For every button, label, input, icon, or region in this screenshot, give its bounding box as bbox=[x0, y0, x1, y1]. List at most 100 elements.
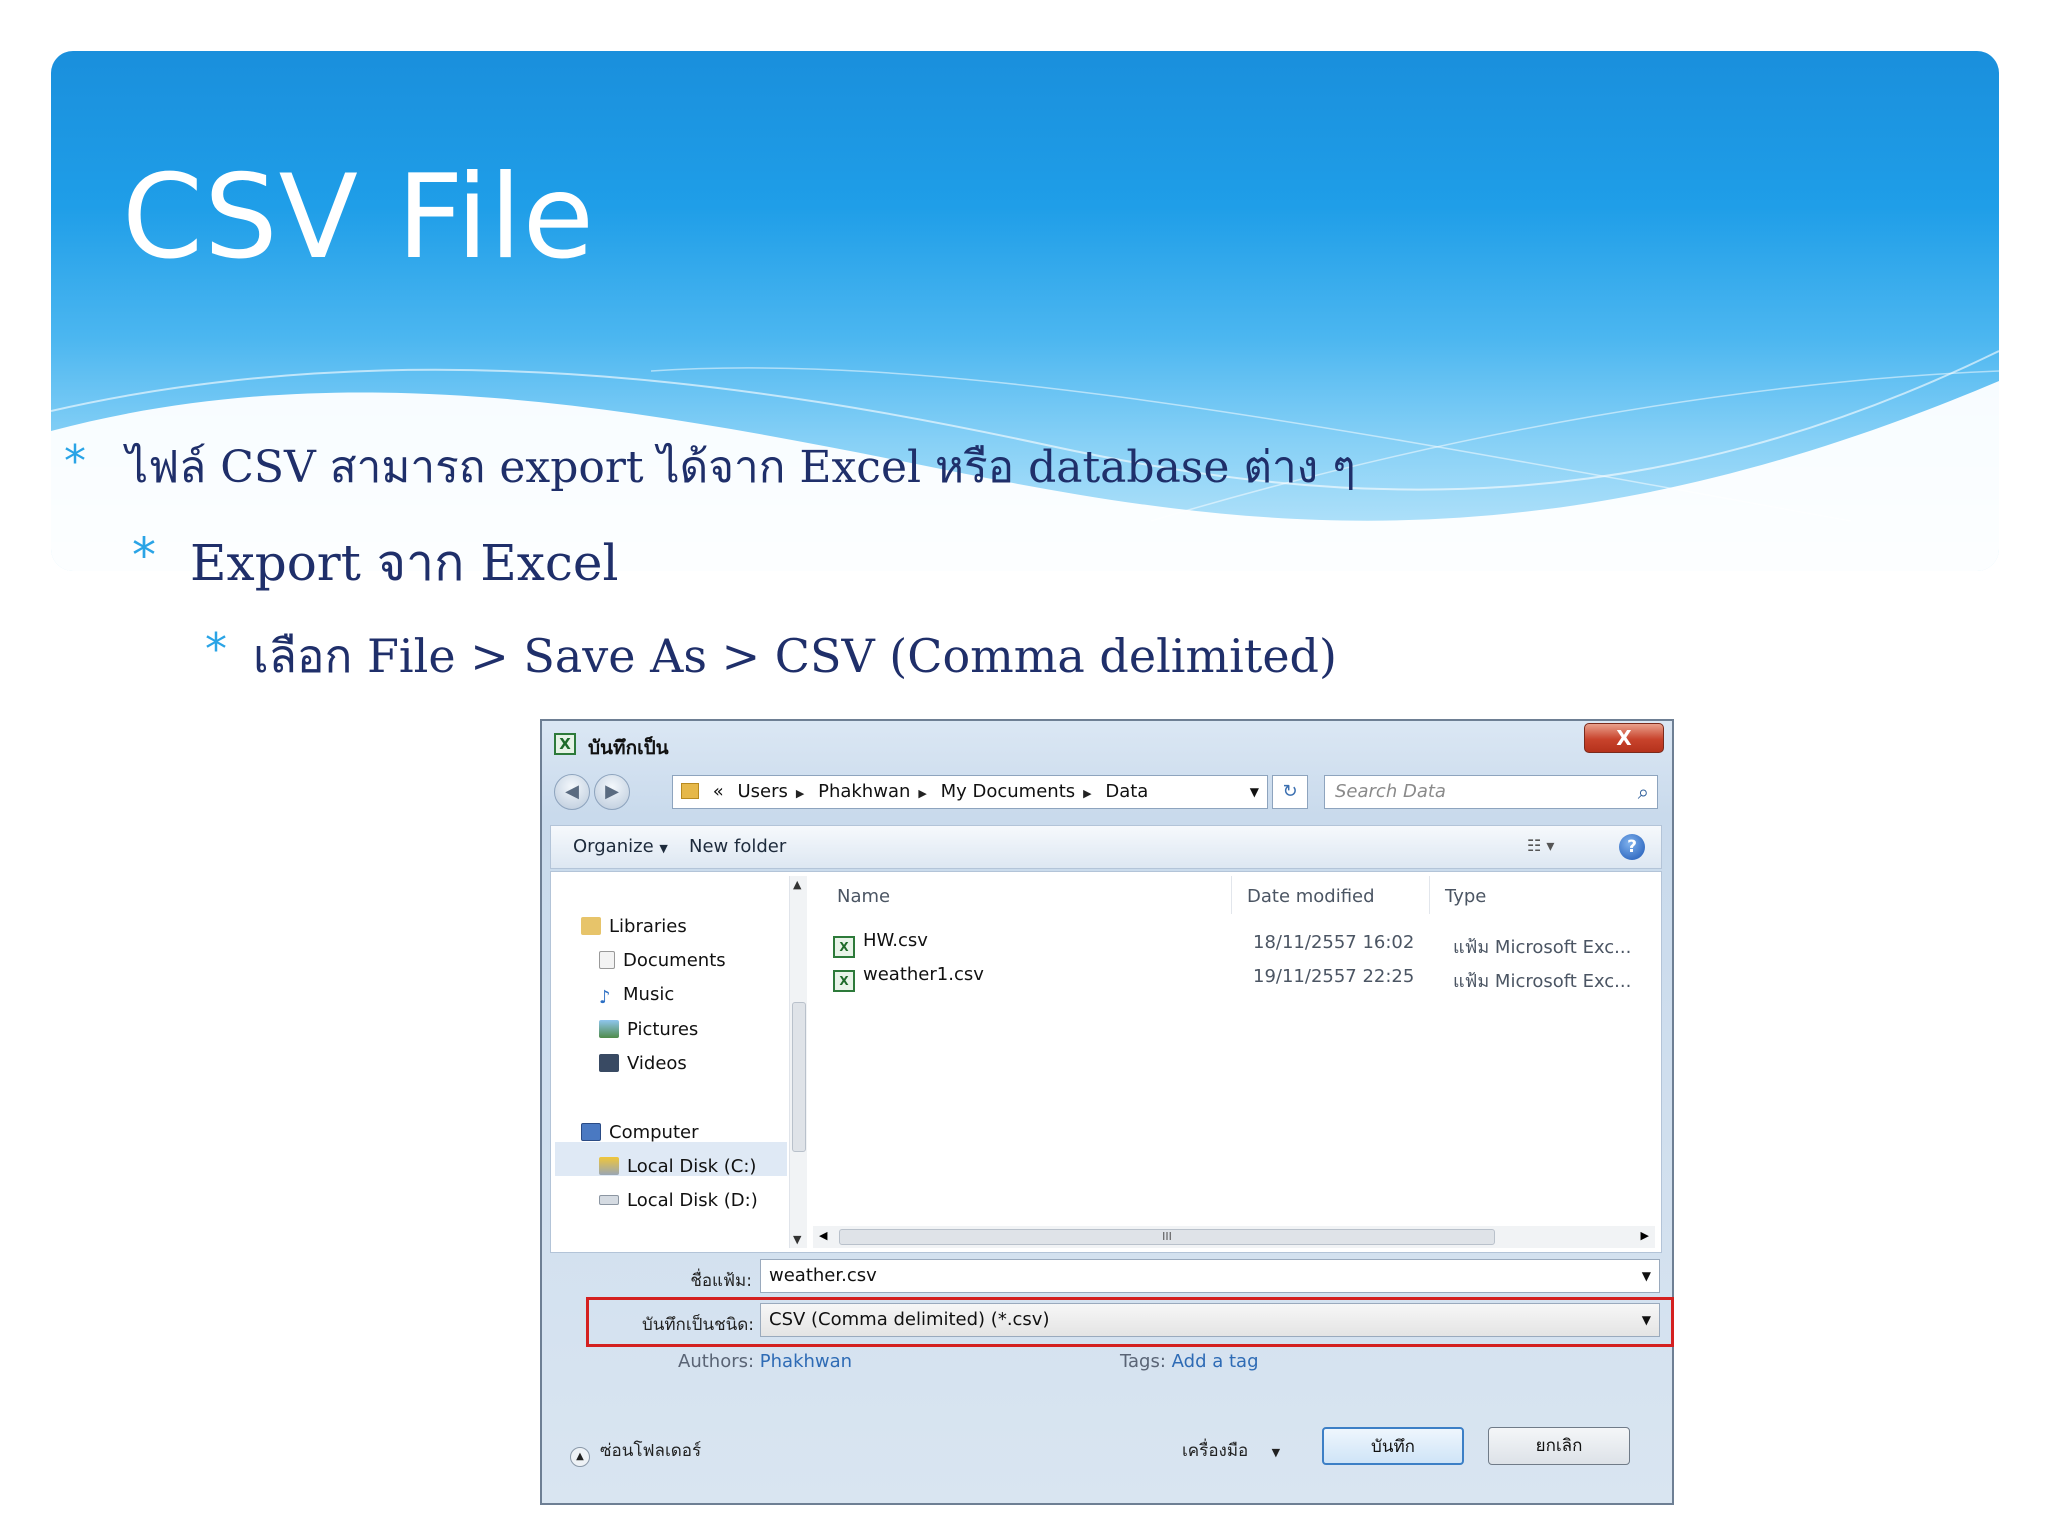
breadcrumb-users[interactable]: Users bbox=[737, 781, 787, 802]
refresh-icon[interactable]: ↻ bbox=[1272, 775, 1308, 809]
hide-folders-toggle[interactable]: ▲ ซ่อนโฟลเดอร์ bbox=[570, 1437, 701, 1467]
file-list: Name Date modified Type X HW.csv 18/11/25… bbox=[813, 872, 1661, 1252]
authors-meta: Authors: Phakhwan bbox=[678, 1351, 852, 1372]
column-divider bbox=[1429, 876, 1430, 914]
nav-scrollbar[interactable]: ▲ ▼ bbox=[789, 876, 807, 1248]
scroll-left-icon[interactable]: ◀ bbox=[819, 1229, 827, 1242]
breadcrumb-phakhwan[interactable]: Phakhwan bbox=[818, 781, 910, 802]
tags-value[interactable]: Add a tag bbox=[1172, 1351, 1259, 1372]
tools-menu-button[interactable]: เครื่องมือ ▼ bbox=[1182, 1437, 1280, 1464]
chevron-right-icon[interactable]: ▶ bbox=[918, 787, 926, 800]
chevron-down-icon: ▼ bbox=[659, 842, 668, 855]
nav-item-local-disk-c[interactable]: Local Disk (C:) bbox=[599, 1156, 756, 1177]
drive-icon bbox=[599, 1195, 619, 1205]
chevron-up-icon: ▲ bbox=[570, 1447, 590, 1467]
file-list-hscrollbar[interactable]: ◀ III ▶ bbox=[813, 1226, 1655, 1248]
column-header-date[interactable]: Date modified bbox=[1247, 886, 1375, 907]
folder-icon bbox=[681, 783, 699, 799]
scrollbar-thumb[interactable] bbox=[792, 1002, 806, 1152]
file-name: HW.csv bbox=[863, 930, 928, 951]
bullet-star-icon: * bbox=[132, 528, 156, 584]
file-row[interactable]: Xweather1.csv 19/11/2557 22:25 แฟ้ม Micr… bbox=[833, 964, 1661, 994]
file-row[interactable]: X HW.csv 18/11/2557 16:02 แฟ้ม Microsoft … bbox=[833, 930, 1661, 960]
scroll-up-icon[interactable]: ▲ bbox=[793, 878, 801, 891]
nav-item-videos[interactable]: Videos bbox=[599, 1053, 687, 1074]
filename-label: ชื่อแฟ้ม: bbox=[690, 1271, 752, 1291]
file-type: แฟ้ม Microsoft Exc... bbox=[1453, 937, 1632, 958]
save-button[interactable]: บันทึก bbox=[1322, 1427, 1464, 1465]
nav-label: Music bbox=[623, 984, 675, 1005]
computer-icon bbox=[581, 1123, 601, 1141]
file-type: แฟ้ม Microsoft Exc... bbox=[1453, 971, 1632, 992]
browser-pane: Libraries Documents ♪ Music Pictures Vide… bbox=[550, 871, 1662, 1253]
chevron-right-icon[interactable]: ▶ bbox=[796, 787, 804, 800]
nav-item-local-disk-d[interactable]: Local Disk (D:) bbox=[599, 1190, 758, 1211]
help-icon[interactable]: ? bbox=[1619, 834, 1645, 860]
nav-label: Videos bbox=[627, 1053, 687, 1074]
navigation-tree: Libraries Documents ♪ Music Pictures Vide… bbox=[551, 872, 807, 1252]
nav-label: Documents bbox=[623, 950, 726, 971]
csv-file-icon: X bbox=[833, 970, 855, 992]
documents-icon bbox=[599, 951, 615, 969]
bullet-star-icon: * bbox=[64, 436, 86, 487]
breadcrumb-my-documents[interactable]: My Documents bbox=[941, 781, 1076, 802]
scroll-right-icon[interactable]: ▶ bbox=[1641, 1229, 1649, 1242]
nav-item-music[interactable]: ♪ Music bbox=[599, 984, 675, 1008]
hide-folders-label: ซ่อนโฟลเดอร์ bbox=[600, 1441, 702, 1461]
drive-icon bbox=[599, 1157, 619, 1175]
cancel-button[interactable]: ยกเลิก bbox=[1488, 1427, 1630, 1465]
filename-field[interactable]: weather.csv ▼ bbox=[760, 1259, 1660, 1293]
address-prefix: « bbox=[712, 781, 724, 802]
file-date: 19/11/2557 22:25 bbox=[1253, 966, 1415, 987]
authors-label: Authors: bbox=[678, 1351, 755, 1372]
authors-value[interactable]: Phakhwan bbox=[760, 1351, 852, 1372]
scroll-down-icon[interactable]: ▼ bbox=[793, 1233, 801, 1246]
search-icon[interactable]: ⌕ bbox=[1638, 776, 1649, 808]
filename-value: weather.csv bbox=[769, 1265, 877, 1286]
save-as-dialog: X บันทึกเป็น X ◀ ▶ « Users ▶ Phakhwan ▶ My… bbox=[540, 719, 1674, 1505]
breadcrumb-data[interactable]: Data bbox=[1105, 781, 1148, 802]
nav-item-computer[interactable]: Computer bbox=[581, 1122, 698, 1143]
bullet-text: เลือก File > Save As > CSV (Comma delimi… bbox=[253, 629, 1337, 683]
libraries-icon bbox=[581, 917, 601, 935]
bullet-star-icon: * bbox=[205, 624, 227, 675]
search-input[interactable]: Search Data ⌕ bbox=[1324, 775, 1658, 809]
tags-meta: Tags: Add a tag bbox=[1120, 1351, 1259, 1372]
tags-label: Tags: bbox=[1120, 1351, 1166, 1372]
nav-label: Local Disk (C:) bbox=[627, 1156, 757, 1177]
file-date: 18/11/2557 16:02 bbox=[1253, 932, 1415, 953]
music-icon: ♪ bbox=[599, 987, 611, 1008]
nav-label: Pictures bbox=[627, 1019, 699, 1040]
chevron-down-icon: ▼ bbox=[1271, 1446, 1281, 1459]
organize-label: Organize bbox=[573, 836, 654, 857]
tools-label: เครื่องมือ bbox=[1182, 1441, 1249, 1461]
nav-label: Local Disk (D:) bbox=[627, 1190, 758, 1211]
view-options-icon[interactable]: ☷ ▾ bbox=[1527, 836, 1554, 855]
new-folder-button[interactable]: New folder bbox=[689, 836, 786, 857]
nav-label: Libraries bbox=[609, 916, 687, 937]
scrollbar-thumb[interactable]: III bbox=[839, 1229, 1495, 1245]
nav-item-libraries[interactable]: Libraries bbox=[581, 916, 687, 937]
command-toolbar: Organize ▼ New folder ☷ ▾ ? bbox=[550, 825, 1662, 869]
pictures-icon bbox=[599, 1020, 619, 1038]
bullet-text: Export จาก Excel bbox=[190, 534, 619, 592]
address-row: ◀ ▶ « Users ▶ Phakhwan ▶ My Documents ▶ Dat… bbox=[542, 769, 1672, 811]
column-header-name[interactable]: Name bbox=[837, 886, 890, 907]
chevron-down-icon[interactable]: ▼ bbox=[1642, 1260, 1651, 1292]
close-button[interactable]: X bbox=[1584, 723, 1664, 753]
column-divider bbox=[1231, 876, 1232, 914]
file-name: weather1.csv bbox=[863, 964, 984, 985]
dialog-title: บันทึกเป็น bbox=[588, 737, 669, 759]
address-bar[interactable]: « Users ▶ Phakhwan ▶ My Documents ▶ Data ▼ bbox=[672, 775, 1268, 809]
chevron-right-icon[interactable]: ▶ bbox=[1083, 787, 1091, 800]
organize-button[interactable]: Organize ▼ bbox=[573, 836, 668, 857]
back-button[interactable]: ◀ bbox=[554, 774, 590, 810]
bullet-text: ไฟล์ CSV สามารถ export ได้จาก Excel หรือ… bbox=[126, 442, 1356, 493]
column-header-type[interactable]: Type bbox=[1445, 886, 1486, 907]
nav-item-documents[interactable]: Documents bbox=[599, 950, 726, 971]
chevron-down-icon[interactable]: ▼ bbox=[1250, 776, 1259, 808]
videos-icon bbox=[599, 1054, 619, 1072]
nav-item-pictures[interactable]: Pictures bbox=[599, 1019, 698, 1040]
forward-button[interactable]: ▶ bbox=[594, 774, 630, 810]
search-placeholder: Search Data bbox=[1335, 781, 1446, 802]
